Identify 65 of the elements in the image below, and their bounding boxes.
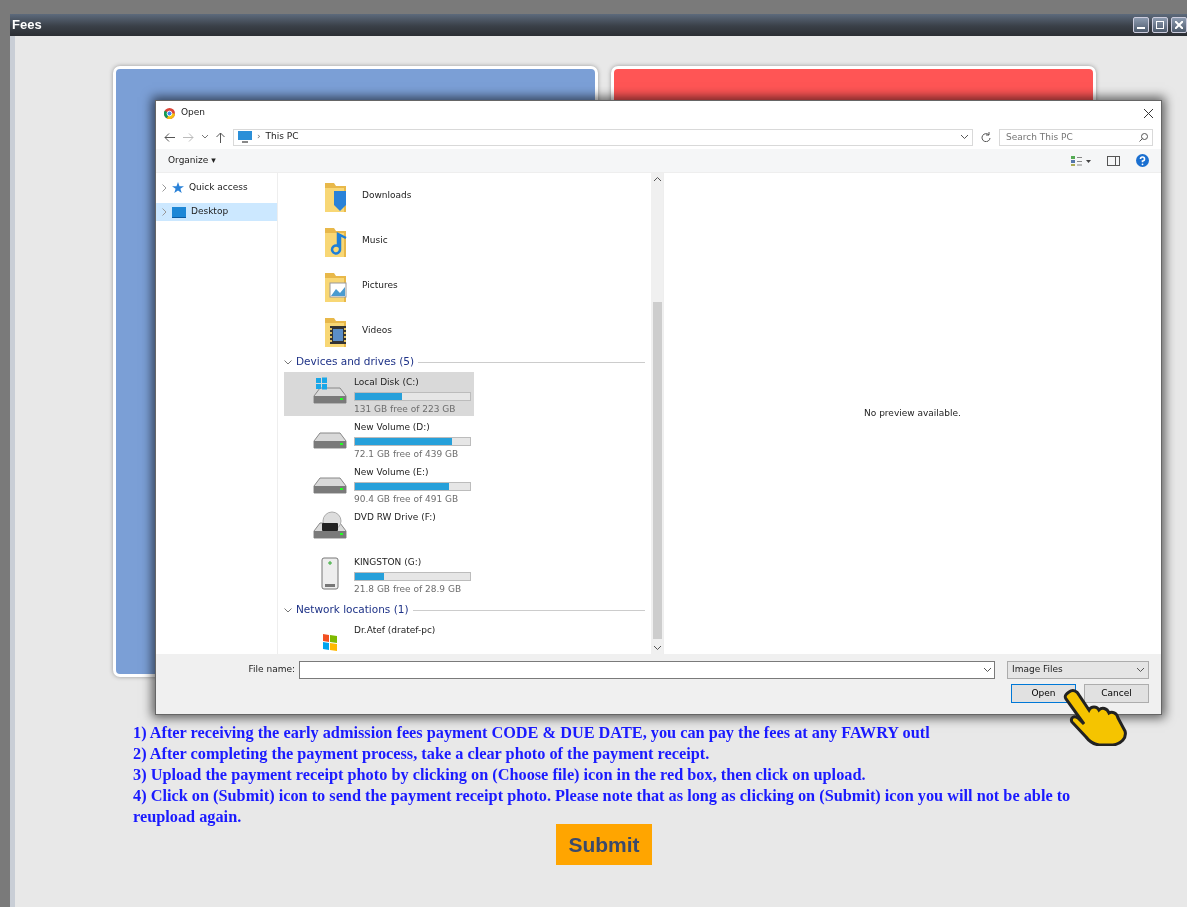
- nav-item[interactable]: Desktop: [156, 203, 277, 221]
- scroll-up-icon[interactable]: [653, 177, 661, 182]
- folder-item[interactable]: Pictures: [284, 263, 645, 308]
- group-header[interactable]: Devices and drives (5): [296, 354, 415, 370]
- computer-icon: [238, 131, 252, 143]
- scroll-down-icon[interactable]: [653, 645, 661, 650]
- drive-item[interactable]: KINGSTON (G:) 21.8 GB free of 28.9 GB: [284, 552, 474, 596]
- search-field[interactable]: Search This PC: [999, 128, 1153, 146]
- help-icon[interactable]: [1136, 154, 1149, 167]
- instruction-text: 3) Upload the payment receipt photo by clicking on (Choose file) icon in the red box, then click on upload.: [133, 764, 867, 785]
- drive-name: New Volume (D:): [354, 421, 431, 434]
- free-space-text: 72.1 GB free of 439 GB: [354, 447, 460, 461]
- organize-menu[interactable]: Organize ▾: [168, 153, 216, 168]
- drive-item[interactable]: DVD RW Drive (F:): [284, 507, 474, 551]
- drive-name: DVD RW Drive (F:): [354, 511, 436, 524]
- chevron-down-icon[interactable]: [984, 668, 991, 672]
- folder-item[interactable]: Music: [284, 218, 645, 263]
- drive-item[interactable]: New Volume (E:) 90.4 GB free of 491 GB: [284, 462, 474, 506]
- file-name-label: File name:: [248, 663, 295, 677]
- file-type-dropdown[interactable]: Image Files: [1007, 661, 1149, 679]
- preview-message: No preview available.: [864, 406, 961, 420]
- view-options-icon[interactable]: [1071, 155, 1091, 166]
- folder-item[interactable]: Downloads: [284, 173, 645, 218]
- back-arrow-icon[interactable]: [164, 132, 175, 142]
- scrollbar-thumb[interactable]: [652, 302, 662, 639]
- browser-icon: [164, 107, 175, 119]
- drive-item[interactable]: Local Disk (C:) 131 GB free of 223 GB: [284, 372, 474, 416]
- instruction-text: 4) Click on (Submit) icon to send the payment receipt photo. Please note that as long as clicking on (Submit) icon you will not be able to reupload again.: [133, 785, 1072, 827]
- collapse-chevron-icon[interactable]: [284, 359, 292, 365]
- drive-item[interactable]: Dr.Atef (dratef-pc): [284, 620, 474, 654]
- free-space-text: 21.8 GB free of 28.9 GB: [354, 582, 463, 596]
- preview-pane-icon[interactable]: [1107, 155, 1120, 166]
- refresh-icon[interactable]: [981, 132, 991, 142]
- group-header[interactable]: Network locations (1): [296, 602, 409, 618]
- windows-logo-icon: [323, 633, 337, 651]
- drive-item[interactable]: New Volume (D:) 72.1 GB free of 439 GB: [284, 417, 474, 461]
- maximize-icon[interactable]: [1152, 17, 1168, 33]
- chevron-down-icon: [1137, 668, 1144, 672]
- minimize-icon[interactable]: [1133, 17, 1149, 33]
- file-name-field[interactable]: [299, 661, 995, 679]
- instruction-text: 1) After receiving the early admission fees payment CODE & DUE DATE, you can pay the fees at any FAWRY outl: [133, 722, 931, 743]
- search-icon: [1139, 132, 1148, 142]
- free-space-text: 131 GB free of 223 GB: [354, 402, 457, 416]
- drive-name: KINGSTON (G:): [354, 556, 423, 569]
- free-space-text: 90.4 GB free of 491 GB: [354, 492, 460, 506]
- chevron-down-icon[interactable]: [961, 135, 968, 139]
- star-icon: [172, 182, 184, 194]
- nav-item[interactable]: Quick access: [156, 179, 277, 197]
- expand-chevron-icon[interactable]: [162, 184, 167, 192]
- cancel-button[interactable]: Cancel: [1084, 684, 1149, 703]
- drive-name: New Volume (E:): [354, 466, 430, 479]
- instruction-text: 2) After completing the payment process, take a clear photo of the payment receipt.: [133, 743, 711, 764]
- window-title: Fees: [12, 16, 42, 35]
- collapse-chevron-icon[interactable]: [284, 607, 292, 613]
- drive-name: Local Disk (C:): [354, 376, 420, 389]
- desktop-icon: [172, 206, 186, 218]
- submit-button[interactable]: Submit: [556, 824, 652, 865]
- dialog-title: Open: [181, 106, 206, 120]
- chevron-down-icon[interactable]: [202, 135, 208, 139]
- path-separator: ›: [257, 130, 261, 144]
- up-arrow-icon[interactable]: [216, 131, 225, 143]
- folder-item[interactable]: Videos: [284, 308, 645, 353]
- address-bar[interactable]: › This PC: [233, 128, 973, 146]
- close-icon[interactable]: [1144, 108, 1153, 118]
- drive-name: Dr.Atef (dratef-pc): [354, 624, 436, 637]
